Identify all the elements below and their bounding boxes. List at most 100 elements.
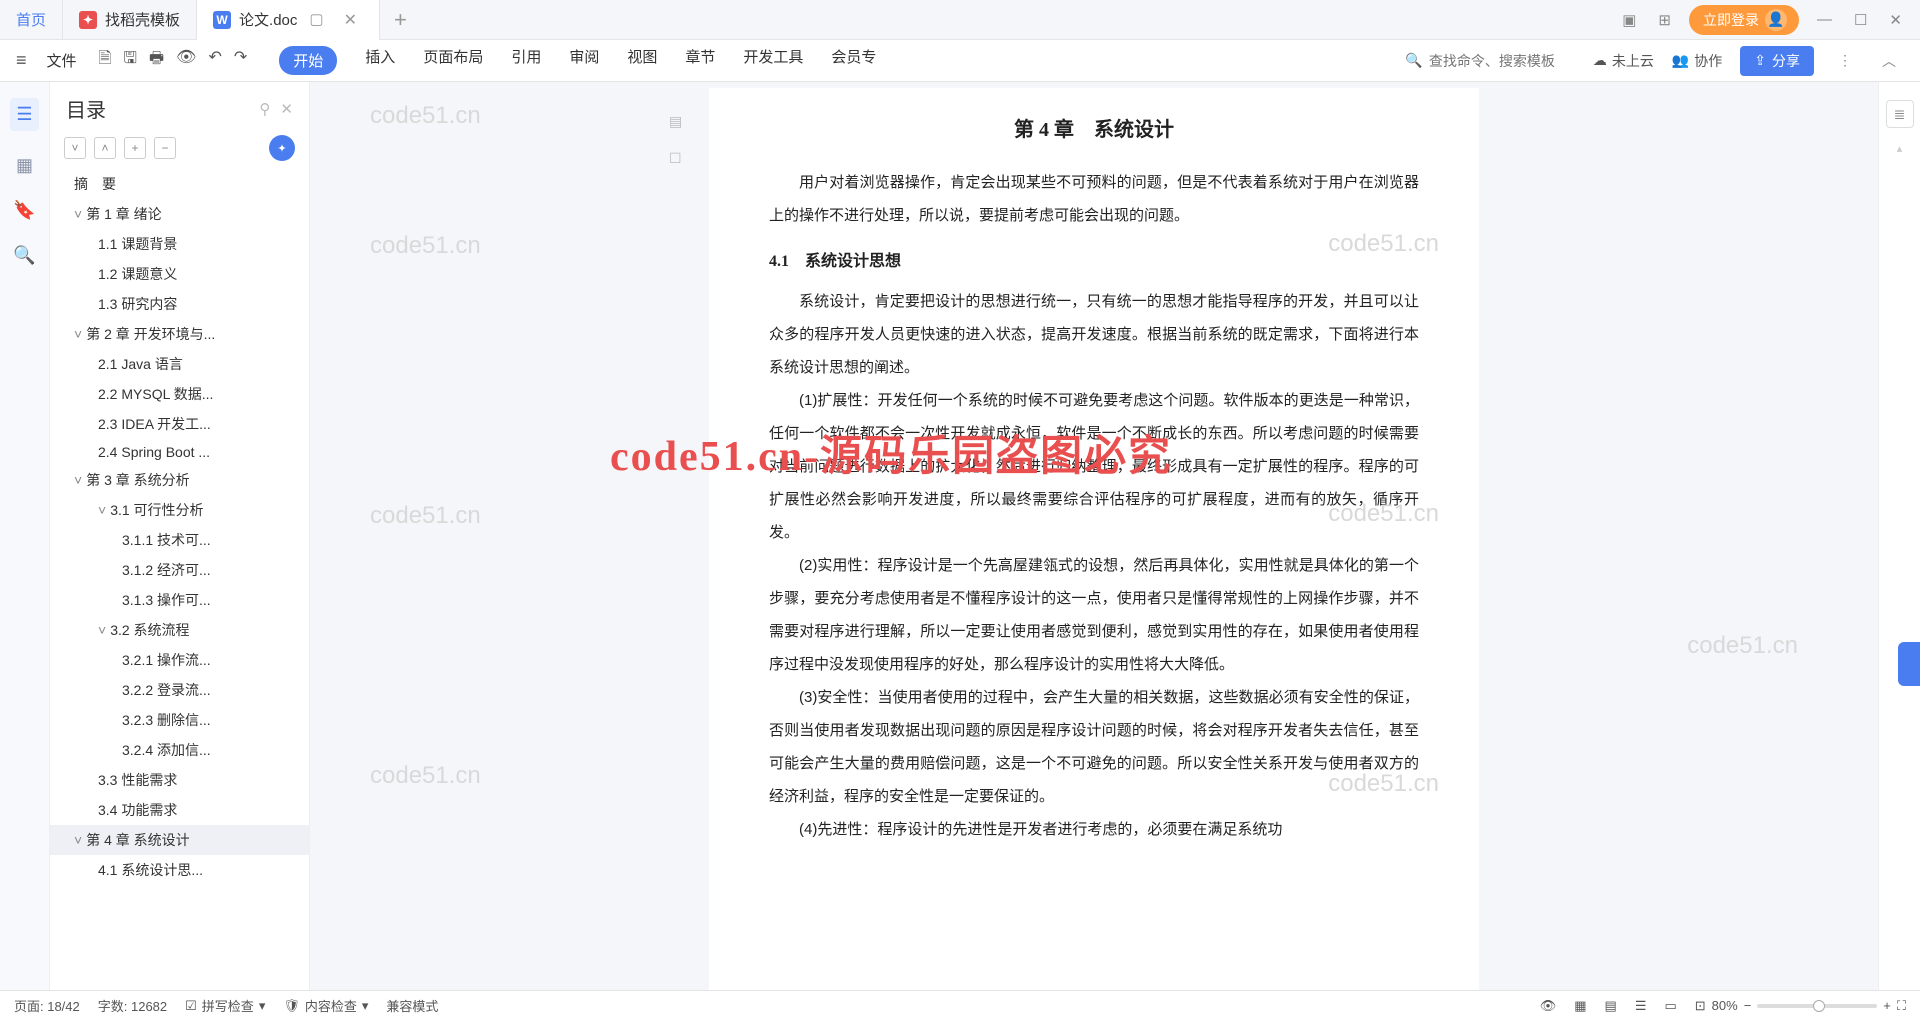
- document-page: ▤ ☐ 第 4 章 系统设计 用户对着浏览器操作，肯定会出现某些不可预料的问题，…: [709, 88, 1479, 990]
- tab-home[interactable]: 首页: [0, 0, 63, 40]
- view-page-icon[interactable]: ▦: [1574, 998, 1586, 1014]
- outline-item[interactable]: 1.2 课题意义: [50, 259, 309, 289]
- tab-document[interactable]: W 论文.doc ▢ ✕: [197, 0, 380, 40]
- document-viewport[interactable]: code51.cn code51.cn code51.cn code51.cn …: [310, 82, 1878, 990]
- view-read-icon[interactable]: ▭: [1664, 998, 1676, 1014]
- save-icon[interactable]: 🖫: [123, 47, 137, 74]
- ribbon-tab-member[interactable]: 会员专: [831, 46, 876, 75]
- window-minimize[interactable]: —: [1813, 9, 1836, 30]
- ribbon-tab-start[interactable]: 开始: [279, 46, 337, 75]
- zoom-slider[interactable]: [1757, 1004, 1877, 1008]
- login-button[interactable]: 立即登录 👤: [1689, 5, 1799, 35]
- search-input[interactable]: [1429, 53, 1569, 69]
- outline-item[interactable]: 3.1.2 经济可...: [50, 555, 309, 585]
- ribbon-tab-review[interactable]: 审阅: [569, 46, 599, 75]
- redo-icon[interactable]: ↷: [234, 47, 247, 74]
- ribbon-tab-insert[interactable]: 插入: [365, 46, 395, 75]
- collaborate[interactable]: 👥协作: [1672, 51, 1722, 71]
- close-panel-icon[interactable]: ✕: [280, 100, 293, 118]
- outline-list[interactable]: 摘 要˅第 1 章 绪论1.1 课题背景1.2 课题意义1.3 研究内容˅第 2…: [50, 169, 309, 990]
- outline-item[interactable]: ˅第 4 章 系统设计: [50, 825, 309, 855]
- outline-item[interactable]: ˅第 1 章 绪论: [50, 199, 309, 229]
- tab-templates[interactable]: ✦ 找稻壳模板: [63, 0, 197, 40]
- pin-icon[interactable]: ⚲: [259, 100, 270, 118]
- layout-icon[interactable]: ▣: [1618, 9, 1640, 31]
- page-indicator[interactable]: 页面: 18/42: [14, 996, 80, 1015]
- outline-item[interactable]: 4.1 系统设计思...: [50, 855, 309, 885]
- spell-check[interactable]: ☑拼写检查 ▾: [185, 996, 265, 1015]
- outline-item[interactable]: 2.2 MYSQL 数据...: [50, 379, 309, 409]
- outline-item[interactable]: 3.2.2 登录流...: [50, 675, 309, 705]
- outline-item[interactable]: 1.3 研究内容: [50, 289, 309, 319]
- content-check[interactable]: 🛡内容检查 ▾: [283, 996, 368, 1015]
- ribbon-tab-references[interactable]: 引用: [511, 46, 541, 75]
- outline-item[interactable]: 3.2.1 操作流...: [50, 645, 309, 675]
- tab-close-icon[interactable]: ✕: [344, 10, 357, 30]
- window-close[interactable]: ✕: [1885, 9, 1906, 31]
- ai-badge-icon[interactable]: ✦: [269, 135, 295, 161]
- outline-item[interactable]: ˅第 2 章 开发环境与...: [50, 319, 309, 349]
- watermark: code51.cn: [1687, 632, 1798, 660]
- share-button[interactable]: ⇪分享: [1740, 46, 1814, 76]
- preview-icon[interactable]: 👁: [176, 47, 196, 74]
- undo-icon[interactable]: ↶: [208, 47, 221, 74]
- ribbon-tab-view[interactable]: 视图: [627, 46, 657, 75]
- fit-icon[interactable]: ⊡: [1695, 998, 1706, 1014]
- command-search[interactable]: 🔍: [1405, 52, 1568, 69]
- para-use: (2)实用性：程序设计是一个先高屋建瓴式的设想，然后再具体化，实用性就是具体化的…: [769, 549, 1419, 681]
- outline-item[interactable]: 3.1.1 技术可...: [50, 525, 309, 555]
- page-anchor-icon[interactable]: ▤: [669, 106, 682, 137]
- bookmark-icon[interactable]: 🔖: [13, 200, 35, 221]
- search-panel-icon[interactable]: 🔍: [13, 245, 35, 266]
- print-icon[interactable]: 🖶: [149, 47, 164, 74]
- new-doc-icon[interactable]: 🗎: [99, 47, 112, 74]
- word-count[interactable]: 字数: 12682: [98, 996, 167, 1015]
- outline-item[interactable]: 3.1.3 操作可...: [50, 585, 309, 615]
- outline-item[interactable]: 3.4 功能需求: [50, 795, 309, 825]
- expand-all-icon[interactable]: ˄: [94, 137, 116, 159]
- collapse-all-icon[interactable]: ˅: [64, 137, 86, 159]
- collab-label: 协作: [1694, 51, 1722, 71]
- cloud-sync[interactable]: ☁未上云: [1593, 51, 1654, 71]
- thumbnails-icon[interactable]: ▦: [16, 155, 33, 176]
- view-eye-icon[interactable]: 👁: [1540, 998, 1557, 1014]
- outline-item[interactable]: 3.3 性能需求: [50, 765, 309, 795]
- file-menu[interactable]: 文件: [39, 50, 85, 71]
- side-tag[interactable]: [1898, 642, 1920, 686]
- view-web-icon[interactable]: ▤: [1605, 998, 1617, 1014]
- collapse-ribbon-icon[interactable]: ︿: [1876, 51, 1902, 71]
- ribbon-tab-devtools[interactable]: 开发工具: [743, 46, 803, 75]
- fullscreen-icon[interactable]: ⛶: [1897, 998, 1906, 1014]
- ribbon-tab-chapter[interactable]: 章节: [685, 46, 715, 75]
- outline-item[interactable]: 1.1 课题背景: [50, 229, 309, 259]
- hamburger-icon[interactable]: ≡: [8, 46, 35, 75]
- add-level-icon[interactable]: +: [124, 137, 146, 159]
- zoom-control[interactable]: ⊡ 80% − + ⛶: [1695, 998, 1906, 1014]
- outline-item[interactable]: 2.3 IDEA 开发工...: [50, 409, 309, 439]
- outline-item[interactable]: 2.4 Spring Boot ...: [50, 439, 309, 465]
- intro-paragraph: 用户对着浏览器操作，肯定会出现某些不可预料的问题，但是不代表着系统对于用户在浏览…: [769, 166, 1419, 232]
- outline-item[interactable]: 摘 要: [50, 169, 309, 199]
- outline-icon[interactable]: ☰: [10, 98, 38, 131]
- tab-add[interactable]: +: [380, 7, 421, 33]
- page-copy-icon[interactable]: ☐: [669, 143, 682, 174]
- outline-item[interactable]: 3.2.3 删除信...: [50, 705, 309, 735]
- tab-window-icon[interactable]: ▢: [309, 10, 323, 30]
- quick-toolbar: 🗎 🖫 🖶 👁 ↶ ↷: [89, 47, 258, 74]
- format-pane-icon[interactable]: ≣: [1886, 100, 1914, 128]
- zoom-out-icon[interactable]: −: [1744, 998, 1752, 1013]
- more-icon[interactable]: ⋮: [1832, 52, 1858, 69]
- outline-item[interactable]: 3.2.4 添加信...: [50, 735, 309, 765]
- compat-mode[interactable]: 兼容模式: [386, 996, 438, 1015]
- remove-level-icon[interactable]: −: [154, 137, 176, 159]
- outline-item[interactable]: ˅第 3 章 系统分析: [50, 465, 309, 495]
- view-outline-icon[interactable]: ☰: [1635, 998, 1647, 1014]
- outline-item[interactable]: ˅3.2 系统流程: [50, 615, 309, 645]
- tab-templates-label: 找稻壳模板: [105, 9, 180, 30]
- apps-grid-icon[interactable]: ⊞: [1654, 9, 1675, 31]
- window-maximize[interactable]: ☐: [1850, 9, 1871, 31]
- outline-item[interactable]: 2.1 Java 语言: [50, 349, 309, 379]
- zoom-in-icon[interactable]: +: [1883, 998, 1891, 1013]
- outline-item[interactable]: ˅3.1 可行性分析: [50, 495, 309, 525]
- ribbon-tab-layout[interactable]: 页面布局: [423, 46, 483, 75]
